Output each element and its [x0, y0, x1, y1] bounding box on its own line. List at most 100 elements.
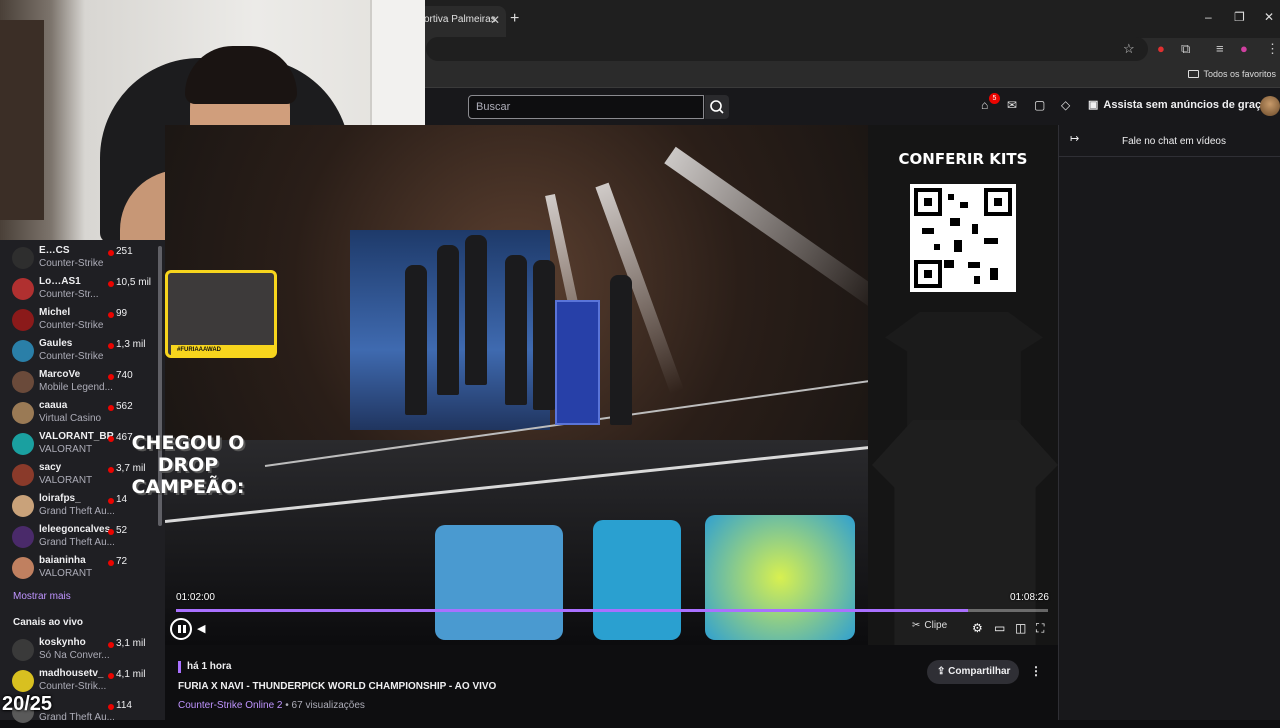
- drop-banner-text: CHEGOU O DROP CAMPEÃO:: [131, 432, 245, 498]
- sidebar-channel[interactable]: E…CS Counter-Strike 251: [0, 243, 160, 274]
- live-dot: [108, 343, 114, 349]
- channel-game: Virtual Casino: [39, 413, 102, 424]
- channel-game: Grand Theft Au...: [39, 506, 114, 517]
- share-icon: ⇪: [937, 666, 949, 677]
- browser-tab[interactable]: ortiva Palmeiras ✕: [418, 6, 506, 38]
- channel-game: Só Na Conver...: [39, 650, 110, 661]
- clip-label: Clipe: [924, 620, 948, 631]
- sidebar-channel[interactable]: Gaules Counter-Strike 1,3 mil: [0, 336, 160, 367]
- media-icon[interactable]: ≡: [1216, 41, 1224, 56]
- video-meta: Counter-Strike Online 2 • 67 visualizaçõ…: [178, 700, 365, 711]
- settings-icon[interactable]: ⚙: [972, 621, 983, 635]
- address-bar[interactable]: [426, 37, 1148, 61]
- channel-avatar: [12, 526, 34, 548]
- search-input[interactable]: Buscar: [468, 95, 704, 119]
- puzzle-icon[interactable]: ⧉: [1181, 41, 1190, 57]
- video-game-link[interactable]: Counter-Strike Online 2: [178, 700, 283, 711]
- folder-icon: [1188, 70, 1200, 78]
- sidebar-channel[interactable]: MarcoVe Mobile Legend... 740: [0, 367, 160, 398]
- crown-icon[interactable]: ◇: [1061, 98, 1070, 112]
- minimize-button[interactable]: –: [1205, 10, 1212, 24]
- channel-name: sacy: [39, 462, 62, 473]
- streamer-hair: [185, 46, 297, 104]
- channel-name: baianinha: [39, 555, 86, 566]
- search-icon: [710, 100, 724, 114]
- cast-icon[interactable]: ▭: [994, 621, 1005, 635]
- profile-icon[interactable]: ●: [1240, 41, 1248, 56]
- ad-free-button[interactable]: ▣ Assista sem anúncios de graça: [1088, 98, 1267, 112]
- seek-bar[interactable]: [176, 609, 1048, 612]
- star-icon[interactable]: ☆: [1123, 41, 1135, 57]
- channel-game: Counter-Str...: [39, 289, 99, 300]
- channel-name: caaua: [39, 400, 68, 411]
- sidebar-channel[interactable]: baianinha VALORANT 72: [0, 553, 160, 584]
- player-figure: [505, 255, 527, 405]
- info-accent-bar: [178, 661, 181, 673]
- channel-game: VALORANT: [39, 568, 93, 579]
- channel-viewers: 3,1 mil: [116, 638, 146, 649]
- sidebar-channel[interactable]: caaua Virtual Casino 562: [0, 398, 160, 429]
- channel-name: Lo…AS1: [39, 276, 81, 287]
- sidebar-channel[interactable]: Lo…AS1 Counter-Str... 10,5 mil: [0, 274, 160, 305]
- channel-name: Gaules: [39, 338, 73, 349]
- channel-avatar: [12, 670, 34, 692]
- channel-avatar: [12, 495, 34, 517]
- kit-shirt-front: [885, 312, 1043, 428]
- inset-camera: #FURIAAAWAD: [165, 270, 277, 358]
- channel-name: MarcoVe: [39, 369, 81, 380]
- collapse-chat-icon[interactable]: ↦: [1070, 132, 1079, 145]
- live-dot: [108, 498, 114, 504]
- close-window-button[interactable]: ✕: [1264, 10, 1274, 24]
- live-dot: [108, 704, 114, 710]
- pause-button[interactable]: [170, 618, 192, 640]
- search-button[interactable]: [705, 95, 729, 119]
- more-options-icon[interactable]: ⋮: [1030, 664, 1042, 678]
- current-time: 01:02:00: [176, 592, 215, 603]
- user-avatar[interactable]: [1260, 96, 1280, 116]
- sidebar-channel[interactable]: koskynho Só Na Conver... 3,1 mil: [0, 635, 160, 666]
- all-bookmarks[interactable]: Todos os favoritos: [1188, 69, 1276, 79]
- volume-icon[interactable]: ◀: [197, 622, 205, 635]
- sticker-kscerato: [593, 520, 681, 640]
- tab-title: ortiva Palmeiras: [424, 14, 496, 25]
- prime-icon[interactable]: ⌂: [981, 98, 988, 112]
- new-tab-button[interactable]: +: [510, 10, 519, 28]
- kits-title: CONFERIR KITS: [898, 150, 1028, 168]
- extension-icon[interactable]: ●: [1157, 41, 1165, 56]
- channel-avatar: [12, 371, 34, 393]
- player-figure: [610, 275, 632, 425]
- video-title: FURIA X NAVI - THUNDERPICK WORLD CHAMPIO…: [178, 681, 497, 692]
- channel-viewers: 4,1 mil: [116, 669, 146, 680]
- mail-icon[interactable]: ✉: [1007, 98, 1017, 112]
- channel-viewers: 1,3 mil: [116, 339, 146, 350]
- video-player[interactable]: #FURIAAAWAD: [165, 125, 868, 645]
- seek-bar-fill: [176, 609, 968, 612]
- inset-tag: #FURIAAAWAD: [171, 345, 274, 355]
- channel-name: koskynho: [39, 637, 86, 648]
- sidebar-channel[interactable]: leleegoncalves Grand Theft Au... 52: [0, 522, 160, 553]
- overlay-counter: 20/25: [2, 693, 53, 715]
- theatre-mode-icon[interactable]: ◫: [1015, 621, 1026, 635]
- channel-viewers: 72: [116, 556, 128, 567]
- menu-icon[interactable]: ⋮: [1266, 41, 1279, 57]
- restore-button[interactable]: ❐: [1234, 10, 1245, 24]
- channel-avatar: [12, 309, 34, 331]
- player-figure: [405, 265, 427, 415]
- channel-avatar: [12, 464, 34, 486]
- sticker-yuurih: [435, 525, 563, 640]
- fullscreen-icon[interactable]: ⛶: [1036, 621, 1044, 636]
- clip-button[interactable]: ✂ Clipe: [912, 620, 947, 631]
- sidebar-channel[interactable]: Michel Counter-Strike 99: [0, 305, 160, 336]
- show-more-link[interactable]: Mostrar mais: [13, 591, 71, 602]
- channel-viewers: 10,5 mil: [116, 277, 152, 288]
- channel-viewers: 114: [116, 700, 132, 711]
- player-figure: [533, 260, 555, 410]
- end-time: 01:08:26: [1010, 592, 1049, 603]
- share-button[interactable]: ⇪ Compartilhar: [927, 660, 1019, 684]
- whispers-icon[interactable]: ▢: [1034, 98, 1045, 112]
- channel-game: Counter-Strik...: [39, 681, 107, 692]
- channel-game: Counter-Strike: [39, 258, 104, 269]
- live-dot: [108, 467, 114, 473]
- clip-icon: ✂: [912, 620, 921, 631]
- tab-close-icon[interactable]: ✕: [490, 13, 500, 27]
